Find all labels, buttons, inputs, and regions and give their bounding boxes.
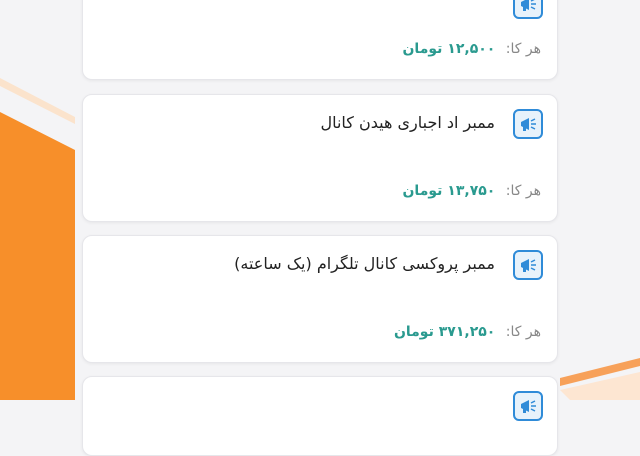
price-label: هر کا: [505, 183, 541, 199]
price-label: هر کا: [505, 324, 541, 340]
price-row: هر کا: ۳۷۱,۲۵۰ تومان [394, 324, 541, 340]
megaphone-icon [513, 250, 543, 280]
price-label: هر کا: [505, 41, 541, 57]
service-title: ممبر اد اجباری هیدن کانال [320, 113, 495, 132]
price-row: هر کا: ۱۲,۵۰۰ تومان [402, 41, 541, 57]
service-card[interactable] [82, 376, 558, 456]
megaphone-icon [513, 391, 543, 421]
price-value: ۳۷۱,۲۵۰ تومان [393, 324, 496, 340]
megaphone-icon [513, 0, 543, 19]
service-card[interactable]: هر کا: ۱۲,۵۰۰ تومان [82, 0, 558, 80]
price-value: ۱۳,۷۵۰ تومان [402, 183, 496, 199]
megaphone-icon [513, 109, 543, 139]
price-row: هر کا: ۱۳,۷۵۰ تومان [402, 183, 541, 199]
service-card[interactable]: ممبر اد اجباری هیدن کانال هر کا: ۱۳,۷۵۰ … [82, 94, 558, 222]
price-value: ۱۲,۵۰۰ تومان [402, 41, 496, 57]
service-title: ممبر پروکسی کانال تلگرام (یک ساعته) [234, 254, 495, 273]
service-card[interactable]: ممبر پروکسی کانال تلگرام (یک ساعته) هر ک… [82, 235, 558, 363]
